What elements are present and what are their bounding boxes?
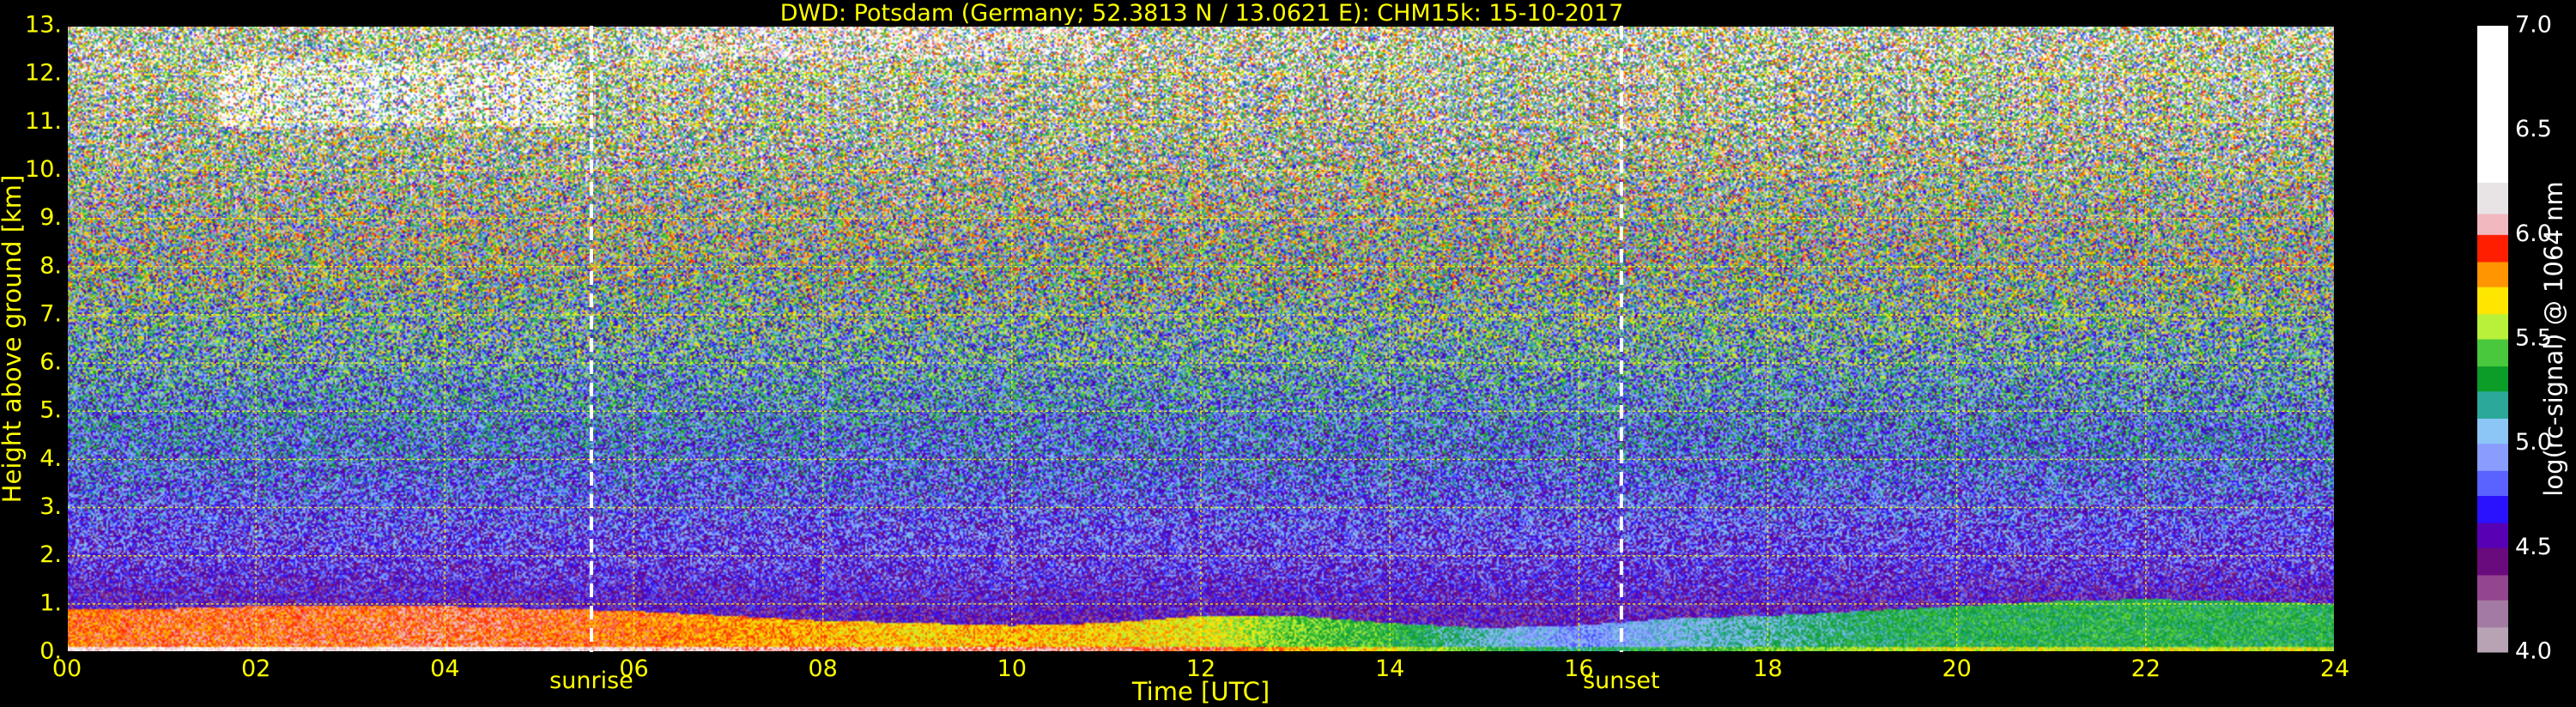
x-tick-label: 04 [430, 656, 459, 682]
colorbar-segment [2477, 214, 2508, 235]
x-tick-label: 22 [2131, 656, 2161, 682]
lidar-chart: DWD: Potsdam (Germany; 52.3813 N / 13.06… [0, 0, 2576, 707]
x-tick-label: 02 [241, 656, 270, 682]
y-tick-label: 7. [39, 300, 62, 327]
colorbar-segment [2477, 313, 2508, 340]
x-axis-title: Time [UTC] [1131, 677, 1270, 706]
colorbar-segment [2477, 418, 2508, 444]
colorbar-segment [2477, 523, 2508, 548]
colorbar-segment [2477, 261, 2508, 287]
y-tick-label: 10. [25, 156, 62, 183]
colorbar-segment [2477, 182, 2508, 215]
x-tick-label: 18 [1753, 656, 1782, 682]
y-tick-label: 1. [39, 589, 62, 616]
colorbar-segment [2477, 547, 2508, 576]
colorbar-segment [2477, 339, 2508, 367]
x-tick-label: 00 [52, 656, 82, 682]
y-axis-title: Height above ground [km] [0, 175, 27, 504]
x-tick-label: 20 [1942, 656, 1971, 682]
x-tick-label: 14 [1375, 656, 1404, 682]
y-tick-label: 13. [25, 12, 62, 39]
y-tick-label: 4. [39, 445, 62, 472]
colorbar-segment [2477, 470, 2508, 496]
y-tick-label: 8. [39, 252, 62, 279]
x-tick-label: 08 [808, 656, 837, 682]
colorbar-tick-label: 4.5 [2515, 534, 2552, 560]
x-tick-label: 06 [619, 656, 648, 682]
y-tick-label: 3. [39, 493, 62, 520]
y-tick-label: 2. [39, 541, 62, 568]
y-tick-label: 9. [39, 204, 62, 231]
chart-title: DWD: Potsdam (Germany; 52.3813 N / 13.06… [780, 0, 1624, 27]
colorbar-segment [2477, 366, 2508, 392]
colorbar-segment [2477, 495, 2508, 523]
x-tick-label: 24 [2320, 656, 2349, 682]
colorbar-segment [2477, 390, 2508, 419]
colorbar-segment [2477, 26, 2508, 183]
x-tick-label: 16 [1564, 656, 1593, 682]
colorbar-tick-label: 4.0 [2515, 638, 2552, 665]
x-tick-label: 10 [997, 656, 1027, 682]
colorbar-tick-label: 6.5 [2515, 116, 2552, 142]
colorbar-segment [2477, 574, 2508, 601]
y-tick-label: 12. [25, 60, 62, 87]
colorbar-segment [2477, 234, 2508, 263]
colorbar-segment [2477, 287, 2508, 315]
colorbar-tick-label: 7.0 [2515, 12, 2552, 39]
y-tick-label: 11. [25, 108, 62, 135]
event-label-sunset: sunset [1583, 668, 1660, 694]
colorbar-segment [2477, 600, 2508, 628]
y-tick-label: 6. [39, 349, 62, 376]
colorbar-segment [2477, 626, 2508, 653]
colorbar-title: log(rc-signal) @ 1064 nm [2539, 181, 2568, 496]
colorbar-segment [2477, 443, 2508, 471]
y-tick-label: 5. [39, 397, 62, 424]
